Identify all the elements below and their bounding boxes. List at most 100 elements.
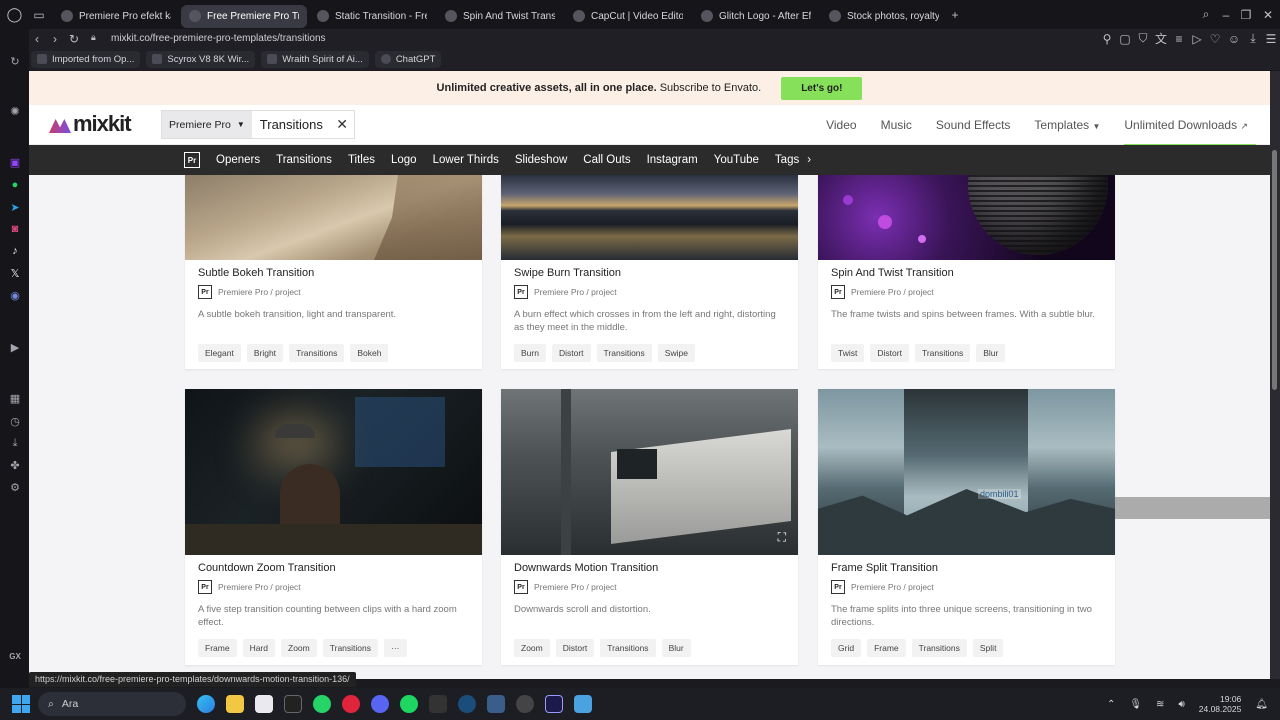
tag[interactable]: Bokeh	[350, 344, 389, 362]
snapshot-icon[interactable]: ▢	[1116, 32, 1134, 46]
tag[interactable]: Frame	[867, 639, 906, 657]
tag[interactable]: Distort	[551, 344, 591, 362]
tag[interactable]: Grid	[831, 639, 862, 657]
premiere-pro-taskbar-icon[interactable]	[545, 695, 563, 713]
tag[interactable]: Transitions	[911, 639, 967, 657]
category-select[interactable]: Premiere Pro ▼	[162, 111, 252, 138]
aria-icon[interactable]: ✺	[8, 104, 22, 118]
whatsapp-taskbar-icon[interactable]	[313, 695, 331, 713]
template-card[interactable]: dombili01 Frame Split Transition Pr Premi…	[818, 389, 1115, 665]
reader-icon[interactable]: ≡	[1170, 32, 1188, 46]
download-icon[interactable]: ⤓	[1244, 31, 1262, 46]
reload-icon[interactable]: ↻	[69, 32, 79, 46]
tag[interactable]: Transitions	[289, 344, 345, 362]
tag[interactable]: Hard	[242, 639, 275, 657]
card-title[interactable]: Swipe Burn Transition	[514, 267, 785, 279]
lets-go-button[interactable]: Let's go!	[781, 76, 863, 100]
category-logo[interactable]: Logo	[391, 154, 417, 166]
microphone-icon[interactable]: 🎙︎	[1129, 699, 1142, 710]
clear-search-icon[interactable]: ✕	[336, 116, 348, 133]
tag[interactable]: Transitions	[322, 639, 378, 657]
page-scrollbar-thumb[interactable]	[1272, 150, 1277, 390]
thumbnail-frame-split[interactable]: dombili01	[818, 389, 1115, 555]
bookmark-item[interactable]: ChatGPT	[374, 50, 442, 68]
category-youtube[interactable]: YouTube	[714, 154, 759, 166]
tag[interactable]: Twist	[831, 344, 865, 362]
discord-taskbar-icon[interactable]	[371, 695, 389, 713]
tag[interactable]: Blur	[976, 344, 1006, 362]
tag[interactable]: Elegant	[198, 344, 241, 362]
tag[interactable]: Blur	[661, 639, 691, 657]
more-tags-button[interactable]: ···	[384, 639, 407, 657]
category-instagram[interactable]: Instagram	[647, 154, 698, 166]
category-transitions[interactable]: Transitions	[276, 154, 332, 166]
spotify-icon[interactable]	[400, 695, 418, 713]
reload-sidebar-icon[interactable]: ↻	[8, 54, 22, 68]
template-card[interactable]: Spin And Twist Transition Pr Premiere Pro…	[818, 175, 1115, 369]
nav-video[interactable]: Video	[826, 118, 856, 132]
bookmark-item[interactable]: Scyrox V8 8K Wir...	[146, 50, 256, 68]
play-icon[interactable]: ▷	[1188, 32, 1206, 46]
tiktok-icon[interactable]: ♪	[8, 244, 22, 258]
workspaces-icon[interactable]: ▭	[29, 0, 49, 29]
wifi-icon[interactable]: ≋	[1156, 699, 1164, 710]
tag[interactable]: Split	[972, 639, 1004, 657]
forward-icon[interactable]: ›	[53, 32, 57, 46]
notification-icon[interactable]: 🔔︎	[1255, 699, 1268, 710]
browser-tab[interactable]: Premiere Pro efekt kaynak	[53, 5, 179, 28]
telegram-icon[interactable]: ➤	[8, 200, 22, 214]
category-call-outs[interactable]: Call Outs	[583, 154, 630, 166]
thumbnail-workshop[interactable]	[185, 389, 482, 555]
opera-gx-taskbar-icon[interactable]	[342, 695, 360, 713]
card-title[interactable]: Countdown Zoom Transition	[198, 562, 469, 574]
taskbar-search[interactable]: ⌕ Ara	[38, 692, 186, 716]
card-title[interactable]: Downwards Motion Transition	[514, 562, 785, 574]
template-card[interactable]: Subtle Bokeh Transition Pr Premiere Pro /…	[185, 175, 482, 369]
windows-start-icon[interactable]	[12, 695, 30, 713]
mixkit-logo[interactable]: mixkit	[49, 111, 132, 137]
browser-tab[interactable]: CapCut | Video Editor | A	[565, 5, 691, 28]
tag[interactable]: Swipe	[657, 344, 695, 362]
instagram-icon[interactable]: ◙	[8, 222, 22, 236]
fullscreen-icon[interactable]: ⛶	[778, 530, 786, 545]
player-icon[interactable]: ▶	[8, 340, 22, 354]
maximize-icon[interactable]: ❐	[1236, 0, 1256, 29]
easy-setup-icon[interactable]: ☰	[1262, 32, 1280, 46]
tag[interactable]: Transitions	[600, 639, 656, 657]
tag[interactable]: Zoom	[514, 639, 550, 657]
card-title[interactable]: Frame Split Transition	[831, 562, 1102, 574]
tag[interactable]: Bright	[246, 344, 284, 362]
steam-icon[interactable]	[458, 695, 476, 713]
thumbnail-disco-ball[interactable]	[818, 175, 1115, 260]
history-icon[interactable]: ◷	[8, 414, 22, 428]
browser-tab[interactable]: Free Premiere Pro Transit	[181, 4, 307, 28]
puzzle-icon[interactable]: ✤	[8, 458, 22, 472]
category-lower-thirds[interactable]: Lower Thirds	[433, 154, 499, 166]
store-icon[interactable]	[255, 695, 273, 713]
downloads-icon[interactable]: ⤓	[8, 436, 22, 450]
nav-sound-effects[interactable]: Sound Effects	[936, 118, 1011, 132]
shield-icon[interactable]: ⛉	[1134, 31, 1152, 46]
nav-music[interactable]: Music	[881, 118, 912, 132]
card-title[interactable]: Subtle Bokeh Transition	[198, 267, 469, 279]
tag[interactable]: Frame	[198, 639, 237, 657]
bookmark-item[interactable]: Wraith Spirit of Ai...	[261, 50, 369, 68]
chevron-right-icon[interactable]: ›	[807, 154, 811, 166]
chatgpt-taskbar-icon[interactable]	[516, 695, 534, 713]
nav-templates[interactable]: Templates ▼	[1034, 118, 1100, 132]
bookmark-item[interactable]: Imported from Op...	[31, 50, 141, 68]
template-card[interactable]: ⛶ Downwards Motion Transition Pr Premiere…	[501, 389, 798, 665]
epic-games-icon[interactable]	[429, 695, 447, 713]
discord-icon[interactable]: ◉	[8, 288, 22, 302]
app-icon[interactable]	[487, 695, 505, 713]
back-icon[interactable]: ‹	[35, 32, 39, 46]
thumbnail-lake-sunset[interactable]	[501, 175, 798, 260]
category-titles[interactable]: Titles	[348, 154, 375, 166]
extensions-icon[interactable]: ▦	[8, 391, 22, 405]
twitch-icon[interactable]: ▣	[8, 155, 22, 169]
search-input[interactable]: Transitions	[260, 117, 336, 132]
browser-tab[interactable]: Spin And Twist Transition	[437, 5, 563, 28]
edge-icon[interactable]	[197, 695, 215, 713]
thumbnail-desert[interactable]	[185, 175, 482, 260]
profile-icon[interactable]: ☺	[1224, 32, 1244, 46]
